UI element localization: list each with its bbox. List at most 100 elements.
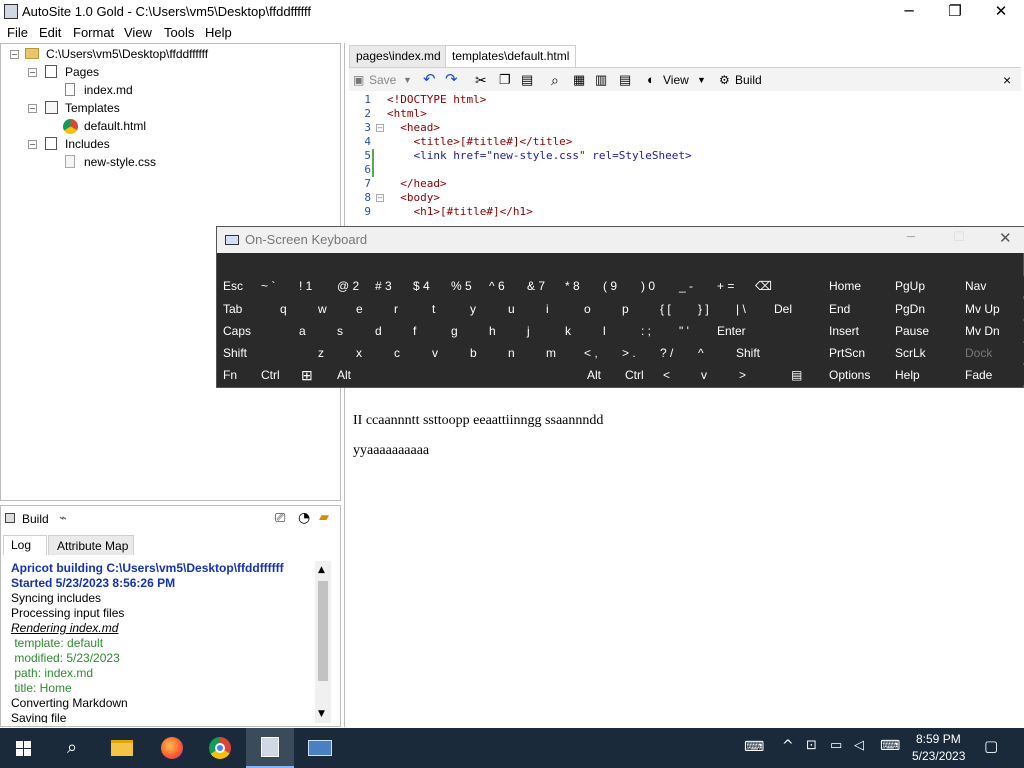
key[interactable]: o [578, 299, 616, 319]
key[interactable]: } ] [692, 299, 730, 319]
network-icon[interactable]: ▭ [830, 738, 842, 753]
tree-template-default[interactable]: default.html [84, 119, 146, 133]
menu-edit[interactable]: Edit [39, 25, 61, 40]
keyboard-taskbar-icon[interactable] [296, 728, 344, 768]
key-left[interactable]: < [657, 365, 695, 385]
key[interactable]: & 7 [521, 276, 559, 296]
key-fade[interactable]: Fade [959, 365, 1024, 385]
key-insert[interactable]: Insert [823, 321, 889, 341]
tab-index-md[interactable]: pages\index.md [349, 45, 448, 67]
osk-maximize-button[interactable]: ☐ [953, 230, 965, 245]
tree-root-label[interactable]: C:\Users\vm5\Desktop\ffddffffff [46, 47, 208, 61]
cut-icon[interactable]: ✂ [475, 71, 487, 89]
key[interactable]: d [369, 321, 407, 341]
collapse-pages-icon[interactable]: − [28, 68, 37, 77]
key-pgdn[interactable]: PgDn [889, 299, 955, 319]
key-alt-left[interactable]: Alt [331, 365, 369, 385]
key[interactable]: q [274, 299, 312, 319]
key[interactable]: @ 2 [331, 276, 369, 296]
tab-attribute-map[interactable]: Attribute Map [48, 535, 134, 555]
key-esc[interactable]: Esc [217, 276, 255, 296]
key-alt-right[interactable]: Alt [581, 365, 619, 385]
key[interactable]: < , [578, 343, 616, 363]
editor-build-button[interactable]: Build [735, 71, 762, 89]
key[interactable]: ? / [654, 343, 692, 363]
key[interactable]: h [483, 321, 521, 341]
key-help[interactable]: Help [889, 365, 955, 385]
build-log[interactable]: Apricot building C:\Users\vm5\Desktop\ff… [3, 555, 315, 723]
key[interactable]: { [ [654, 299, 692, 319]
key[interactable]: : ; [635, 321, 673, 341]
redo-icon[interactable]: ↷ [445, 71, 458, 89]
chevron-up-icon[interactable]: ^ [782, 738, 794, 754]
action-center-keyboard-icon[interactable]: ⌨ [744, 739, 764, 755]
tray-app-icon[interactable]: ⊡ [806, 738, 817, 753]
key-up[interactable]: ^ [692, 343, 730, 363]
search-icon[interactable]: ⌕ [48, 728, 96, 768]
maximize-button[interactable]: ❐ [932, 0, 978, 24]
key[interactable]: e [350, 299, 388, 319]
key[interactable]: _ - [673, 276, 711, 296]
save-button[interactable]: Save [369, 71, 396, 89]
key[interactable]: g [445, 321, 483, 341]
key-shift-right[interactable]: Shift [730, 343, 815, 363]
clock-time[interactable]: 8:59 PM [916, 732, 961, 746]
key[interactable]: ! 1 [293, 276, 331, 296]
menu-file[interactable]: File [7, 25, 28, 40]
key-ctrl-left[interactable]: Ctrl [255, 365, 293, 385]
key[interactable]: s [331, 321, 369, 341]
backspace-icon[interactable]: ⌫ [749, 276, 815, 296]
osk-close-button[interactable]: ✕ [999, 229, 1012, 247]
key[interactable]: k [559, 321, 597, 341]
broom-icon[interactable]: ⌁ [59, 511, 67, 526]
menu-format[interactable]: Format [73, 25, 114, 40]
key-mv-dn[interactable]: Mv Dn [959, 321, 1024, 341]
key-ctrl-right[interactable]: Ctrl [619, 365, 657, 385]
key[interactable]: f [407, 321, 445, 341]
tab-log[interactable]: Log [3, 535, 47, 555]
key[interactable]: y [464, 299, 502, 319]
close-tab-button[interactable]: × [1003, 71, 1011, 89]
key[interactable]: a [293, 321, 331, 341]
view-icon[interactable]: ◐ [647, 71, 655, 89]
key[interactable]: j [521, 321, 559, 341]
collapse-includes-icon[interactable]: − [28, 140, 37, 149]
key-del[interactable]: Del [768, 299, 815, 319]
tree-page-index[interactable]: index.md [84, 83, 133, 97]
collapse-root-icon[interactable]: − [10, 50, 19, 59]
key-fn[interactable]: Fn [217, 365, 255, 385]
code-editor[interactable]: 1 2 3 4 5 6 7 8 9 − − <!DOCTYPE html> <h… [349, 91, 1021, 226]
key-end[interactable]: End [823, 299, 889, 319]
log-scroll-thumb[interactable] [318, 581, 328, 681]
key[interactable]: n [502, 343, 540, 363]
windows-icon[interactable]: ⊞ [295, 365, 333, 385]
key-caps[interactable]: Caps [217, 321, 289, 341]
key-shift-left[interactable]: Shift [217, 343, 309, 363]
key-options[interactable]: Options [823, 365, 889, 385]
key[interactable]: x [350, 343, 388, 363]
fold-icon[interactable]: − [376, 194, 384, 202]
key[interactable]: v [426, 343, 464, 363]
key-space[interactable] [369, 365, 581, 385]
key-pause[interactable]: Pause [889, 321, 955, 341]
key[interactable]: l [597, 321, 635, 341]
key[interactable]: w [312, 299, 350, 319]
file-explorer-icon[interactable] [98, 728, 146, 768]
scroll-down-icon[interactable]: ▼ [318, 709, 325, 719]
key-mv-up[interactable]: Mv Up [959, 299, 1024, 319]
key-tab[interactable]: Tab [217, 299, 271, 319]
osk-minimize-button[interactable]: ─ [907, 230, 915, 245]
grid-icon[interactable]: ▥ [595, 71, 607, 89]
scroll-up-icon[interactable]: ▲ [318, 565, 325, 575]
key-down[interactable]: v [695, 365, 733, 385]
key[interactable]: r [388, 299, 426, 319]
touch-keyboard-icon[interactable]: ⌨ [880, 738, 900, 754]
find-icon[interactable]: ⌕ [551, 71, 559, 89]
menu-tools[interactable]: Tools [164, 25, 194, 40]
key[interactable]: c [388, 343, 426, 363]
key-nav[interactable]: Nav [959, 276, 1024, 296]
view-chevron-down-icon[interactable]: ▼ [697, 71, 706, 89]
key[interactable]: t [426, 299, 464, 319]
key[interactable]: " ' [673, 321, 711, 341]
view-button[interactable]: View [663, 71, 689, 89]
